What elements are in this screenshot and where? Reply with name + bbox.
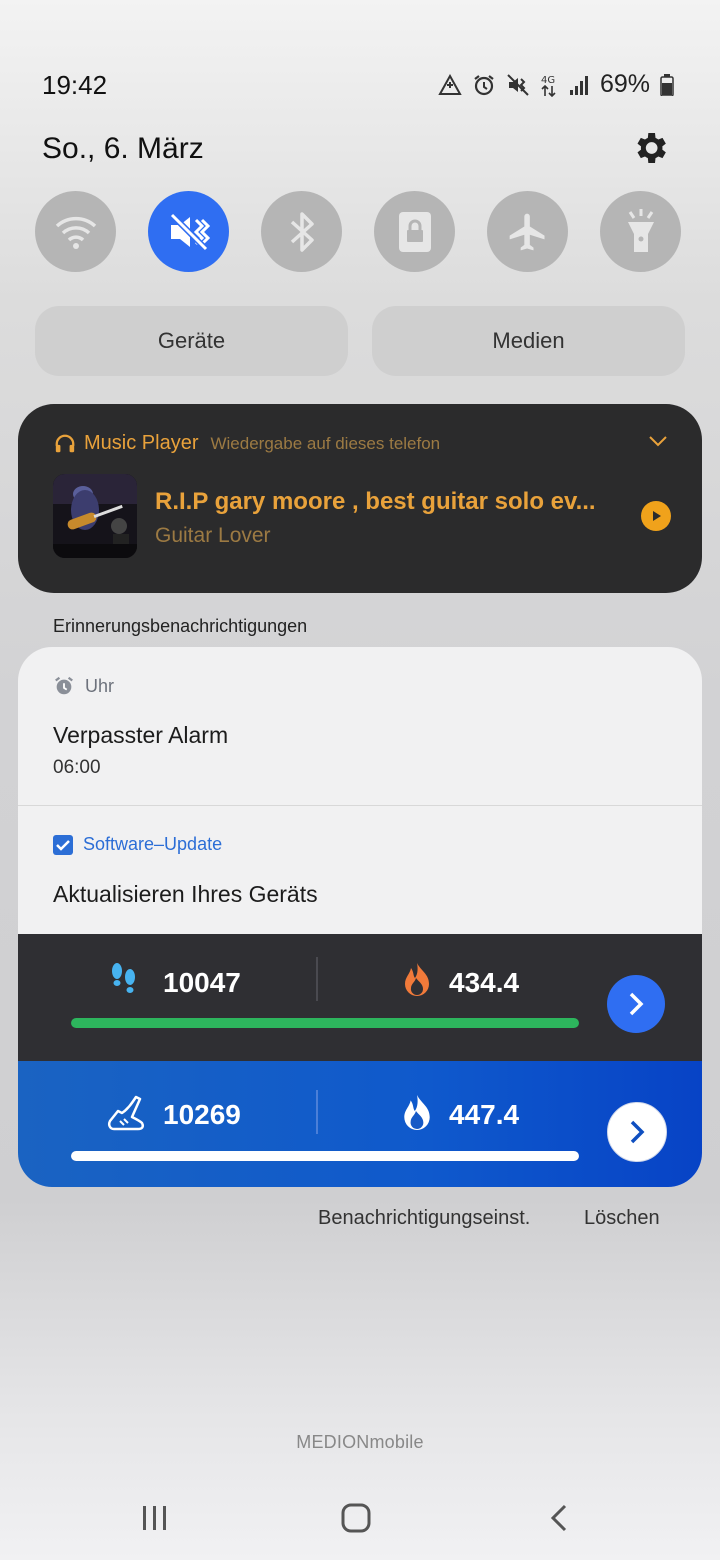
update-app-line: Software–Update [53,834,222,855]
health-widget-dark[interactable]: 10047 434.4 [18,934,702,1061]
album-art [53,474,137,558]
flashlight-toggle[interactable] [600,191,681,272]
chevron-right-icon [630,1120,645,1144]
devices-button[interactable]: Geräte [35,306,348,376]
clear-button[interactable]: Löschen [584,1207,660,1230]
wifi-toggle[interactable] [35,191,116,272]
divider [316,1090,318,1134]
song-artist: Guitar Lover [155,524,271,547]
album-art-image [53,474,137,558]
data-saver-icon [438,73,462,95]
steps-progress-bar [71,1151,579,1161]
back-icon [550,1504,567,1532]
steps-progress-bar [71,1018,579,1028]
battery-percent: 69% [599,70,650,98]
steps-progress-fill [71,1018,579,1028]
mute-toggle[interactable] [148,191,229,272]
music-output-text[interactable]: Wiedergabe auf dieses telefon [210,434,440,454]
open-health-button[interactable] [607,975,665,1033]
date-text: So., 6. März [42,132,204,165]
clock-notification[interactable]: Uhr Verpasster Alarm 06:00 [18,647,702,805]
alarm-icon [474,74,494,95]
recents-icon [143,1506,166,1530]
music-player-card[interactable]: Music Player Wiedergabe auf dieses telef… [18,404,702,593]
svg-text:4G: 4G [541,75,555,86]
status-time: 19:42 [42,70,108,100]
reminder-section-label: Erinnerungsbenachrichtigungen [53,616,308,636]
play-icon [653,511,661,521]
home-button[interactable] [326,1496,386,1540]
play-button[interactable] [641,501,671,531]
open-health-button[interactable] [607,1102,667,1162]
notification-card: Uhr Verpasster Alarm 06:00 Software–Upda… [18,647,702,1187]
flame-icon [404,1095,430,1130]
chevron-down-icon [649,436,667,447]
chevron-right-icon [629,992,644,1016]
clock-notification-title: Verpasster Alarm [53,722,229,748]
update-app-name: Software–Update [83,834,223,854]
recents-button[interactable] [125,1496,185,1540]
clock-app-line: Uhr [53,675,114,697]
flame-icon [405,963,429,996]
airplane-icon [509,213,544,250]
wifi-icon [55,216,96,249]
rotation-lock-toggle[interactable] [374,191,455,272]
vibrate-mute-icon [507,73,529,96]
battery-icon [660,73,674,96]
calories-value: 434.4 [449,967,520,998]
expand-button[interactable] [648,434,668,453]
song-title: R.I.P gary moore , best guitar solo ev..… [155,488,596,515]
music-app-name: Music Player [84,432,199,454]
update-notification-title: Aktualisieren Ihres Geräts [53,881,318,907]
alarm-clock-icon [55,676,73,695]
bluetooth-toggle[interactable] [261,191,342,272]
bluetooth-icon [290,211,314,252]
airplane-toggle[interactable] [487,191,568,272]
flashlight-icon [627,208,654,252]
media-button[interactable]: Medien [372,306,685,376]
steps-progress-fill [71,1151,579,1161]
footsteps-icon [112,963,135,993]
status-icons: 4G 69% [438,70,674,99]
4g-data-icon: 4G [541,75,556,97]
steps-value: 10047 [163,967,241,998]
settings-button[interactable] [630,128,670,168]
carrier-label: MEDIONmobile [296,1432,424,1452]
clock-app-name: Uhr [85,675,115,696]
update-notification[interactable]: Software–Update Aktualisieren Ihres Gerä… [18,805,702,935]
lock-icon [398,211,431,252]
back-button[interactable] [529,1496,589,1540]
health-widget-blue[interactable]: 10269 447.4 [18,1061,702,1187]
music-app-row: Music Player Wiedergabe auf dieses telef… [54,432,440,455]
steps-value: 10269 [163,1099,241,1130]
gear-icon [637,133,666,163]
clock-notification-time: 06:00 [53,757,101,778]
divider [316,957,318,1001]
calories-value: 447.4 [449,1099,520,1130]
mute-icon [169,212,210,251]
checkbox-icon [53,834,73,855]
signal-icon [569,75,588,95]
headphones-icon [55,434,75,452]
home-icon [341,1503,371,1533]
notification-settings-button[interactable]: Benachrichtigungseinst. [318,1207,530,1230]
sneaker-icon [107,1095,145,1131]
